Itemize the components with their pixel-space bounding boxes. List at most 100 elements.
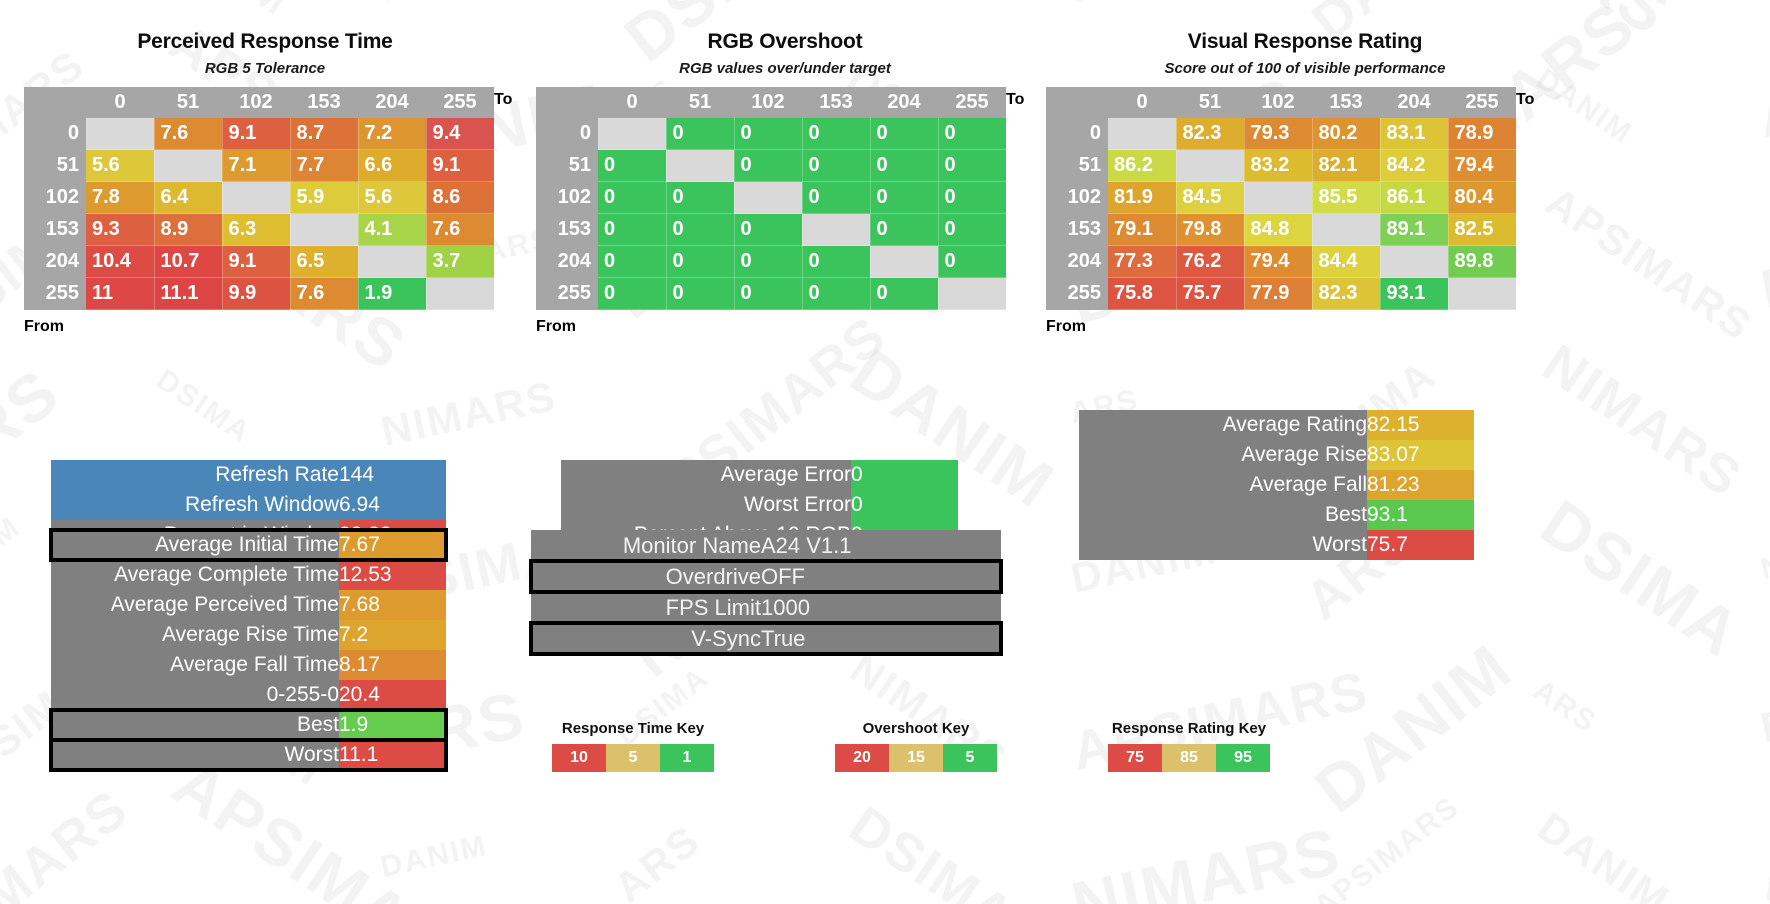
matrix-cell-diagonal bbox=[222, 181, 291, 214]
summary-row-label: Best bbox=[51, 710, 339, 740]
summary-row-value: 0 bbox=[851, 460, 958, 490]
key-strip-response-rating: 75 85 95 bbox=[1108, 744, 1270, 772]
summary-row-value: 93.1 bbox=[1367, 500, 1474, 530]
summary-row-label: Average Perceived Time bbox=[51, 590, 339, 620]
matrix-corner bbox=[24, 87, 86, 118]
monitor-info-label: FPS Limit bbox=[665, 595, 761, 620]
key-segment: 5 bbox=[606, 744, 660, 772]
matrix-cell: 79.4 bbox=[1448, 149, 1517, 182]
matrix-cell-diagonal bbox=[1244, 181, 1313, 214]
summary-row: Average Perceived Time 7.68 bbox=[51, 590, 446, 620]
summary-row: Average Rise Time 7.2 bbox=[51, 620, 446, 650]
key-title-response-rating: Response Rating Key bbox=[1111, 720, 1267, 737]
table-row: 51 86.2 83.2 82.1 84.2 79.4 bbox=[1046, 149, 1517, 182]
table-row: 204 77.3 76.2 79.4 84.4 89.8 bbox=[1046, 245, 1517, 278]
matrix-col-header: 0 bbox=[598, 87, 666, 118]
key-response-rating: Response Rating Key 75 85 95 bbox=[1108, 720, 1270, 772]
summary-row-label: Average Complete Time bbox=[51, 560, 339, 590]
axis-label-to-2: To bbox=[1006, 91, 1025, 108]
matrix-row-header: 102 bbox=[1046, 181, 1108, 214]
matrix-row-header: 153 bbox=[24, 213, 86, 246]
summary-row-value: 12.53 bbox=[339, 560, 446, 590]
axis-label-from-3: From bbox=[1046, 318, 1086, 335]
matrix-col-header: 51 bbox=[154, 87, 222, 118]
matrix-col-header: 102 bbox=[1244, 87, 1312, 118]
summary-row-value: 0 bbox=[851, 490, 958, 520]
table-row: 255 0 0 0 0 0 bbox=[536, 277, 1007, 310]
summary-row: Average Complete Time 12.53 bbox=[51, 560, 446, 590]
matrix-cell: 0 bbox=[598, 277, 667, 310]
matrix-cell: 83.2 bbox=[1244, 149, 1313, 182]
matrix-cell-diagonal bbox=[1108, 118, 1177, 150]
summary-row-label: Worst bbox=[1079, 530, 1367, 560]
matrix-cell: 9.3 bbox=[86, 213, 155, 246]
summary-row-label: Average Fall bbox=[1079, 470, 1367, 500]
matrix-cell: 0 bbox=[666, 245, 735, 278]
summary-row-label: Worst bbox=[51, 740, 339, 770]
matrix-cell: 0 bbox=[666, 181, 735, 214]
matrix-col-header: 102 bbox=[222, 87, 290, 118]
matrix-col-header: 102 bbox=[734, 87, 802, 118]
matrix-col-header: 153 bbox=[1312, 87, 1380, 118]
matrix-cell: 77.3 bbox=[1108, 245, 1177, 278]
matrix-cell: 0 bbox=[938, 149, 1007, 182]
matrix-cell: 0 bbox=[734, 118, 803, 150]
matrix-cell: 75.7 bbox=[1176, 277, 1245, 310]
summary-row: Refresh Window 6.94 bbox=[51, 490, 446, 520]
summary-row: Average Rating 82.15 bbox=[1079, 410, 1474, 440]
matrix-cell-diagonal bbox=[734, 181, 803, 214]
summary-row: Worst 75.7 bbox=[1079, 530, 1474, 560]
matrix-row-header: 204 bbox=[24, 245, 86, 278]
matrix-cell-diagonal bbox=[426, 277, 495, 310]
key-title-overshoot: Overshoot Key bbox=[862, 720, 970, 737]
matrix-cell: 0 bbox=[734, 245, 803, 278]
chart-subtitle-1: RGB 5 Tolerance bbox=[204, 60, 326, 77]
matrix-cell: 7.2 bbox=[358, 118, 427, 150]
chart-title-3: Visual Response Rating bbox=[1187, 30, 1423, 53]
summary-row: Average Rise 83.07 bbox=[1079, 440, 1474, 470]
matrix-cell: 84.4 bbox=[1312, 245, 1381, 278]
matrix-cell: 85.5 bbox=[1312, 181, 1381, 214]
matrix-row-header: 51 bbox=[536, 149, 598, 182]
table-row: 255 75.8 75.7 77.9 82.3 93.1 bbox=[1046, 277, 1517, 310]
matrix-cell-diagonal bbox=[290, 213, 359, 246]
matrix-cell: 1.9 bbox=[358, 277, 427, 310]
matrix-cell: 9.9 bbox=[222, 277, 291, 310]
summary-row: Worst Error 0 bbox=[561, 490, 958, 520]
matrix-cell: 6.3 bbox=[222, 213, 291, 246]
matrix-cell: 84.8 bbox=[1244, 213, 1313, 246]
matrix-col-header: 204 bbox=[358, 87, 426, 118]
matrix-cell: 9.1 bbox=[222, 245, 291, 278]
summary-row-value: 6.94 bbox=[339, 490, 446, 520]
table-row: 0 7.6 9.1 8.7 7.2 9.4 bbox=[24, 118, 495, 150]
matrix-cell-diagonal bbox=[1448, 277, 1517, 310]
summary-row: 0-255-0 20.4 bbox=[51, 680, 446, 710]
summary-row: Average Fall Time 8.17 bbox=[51, 650, 446, 680]
matrix-cell: 0 bbox=[666, 118, 735, 150]
summary-row-label: Average Rating bbox=[1079, 410, 1367, 440]
matrix-cell-diagonal bbox=[154, 149, 223, 182]
key-segment: 10 bbox=[552, 744, 606, 772]
matrix-rgb-overshoot: 0 51 102 153 204 255 0 0 0 0 0 0 51 0 0 0 0 0 102 0 0 0 0 0 153 0… bbox=[536, 87, 1007, 310]
table-row: 51 5.6 7.1 7.7 6.6 9.1 bbox=[24, 149, 495, 182]
summary-row: Average Initial Time 7.67 bbox=[49, 528, 448, 562]
matrix-row-header: 255 bbox=[24, 277, 86, 310]
matrix-col-header: 255 bbox=[426, 87, 494, 118]
matrix-col-header: 255 bbox=[938, 87, 1006, 118]
matrix-cell: 9.4 bbox=[426, 118, 495, 150]
matrix-cell: 82.3 bbox=[1176, 118, 1245, 150]
matrix-cell: 84.5 bbox=[1176, 181, 1245, 214]
matrix-row-header: 255 bbox=[1046, 277, 1108, 310]
matrix-cell: 8.9 bbox=[154, 213, 223, 246]
summary-row-label: Average Error bbox=[561, 460, 851, 490]
monitor-info-row: Overdrive OFF bbox=[529, 559, 1003, 594]
summary-row-label: Average Rise Time bbox=[51, 620, 339, 650]
matrix-col-header: 51 bbox=[666, 87, 734, 118]
summary-row-label: 0-255-0 bbox=[51, 680, 339, 710]
matrix-cell: 84.2 bbox=[1380, 149, 1449, 182]
matrix-row-header: 153 bbox=[1046, 213, 1108, 246]
matrix-cell: 75.8 bbox=[1108, 277, 1177, 310]
matrix-cell-diagonal bbox=[870, 245, 939, 278]
matrix-cell: 79.3 bbox=[1244, 118, 1313, 150]
matrix-cell: 0 bbox=[802, 149, 871, 182]
